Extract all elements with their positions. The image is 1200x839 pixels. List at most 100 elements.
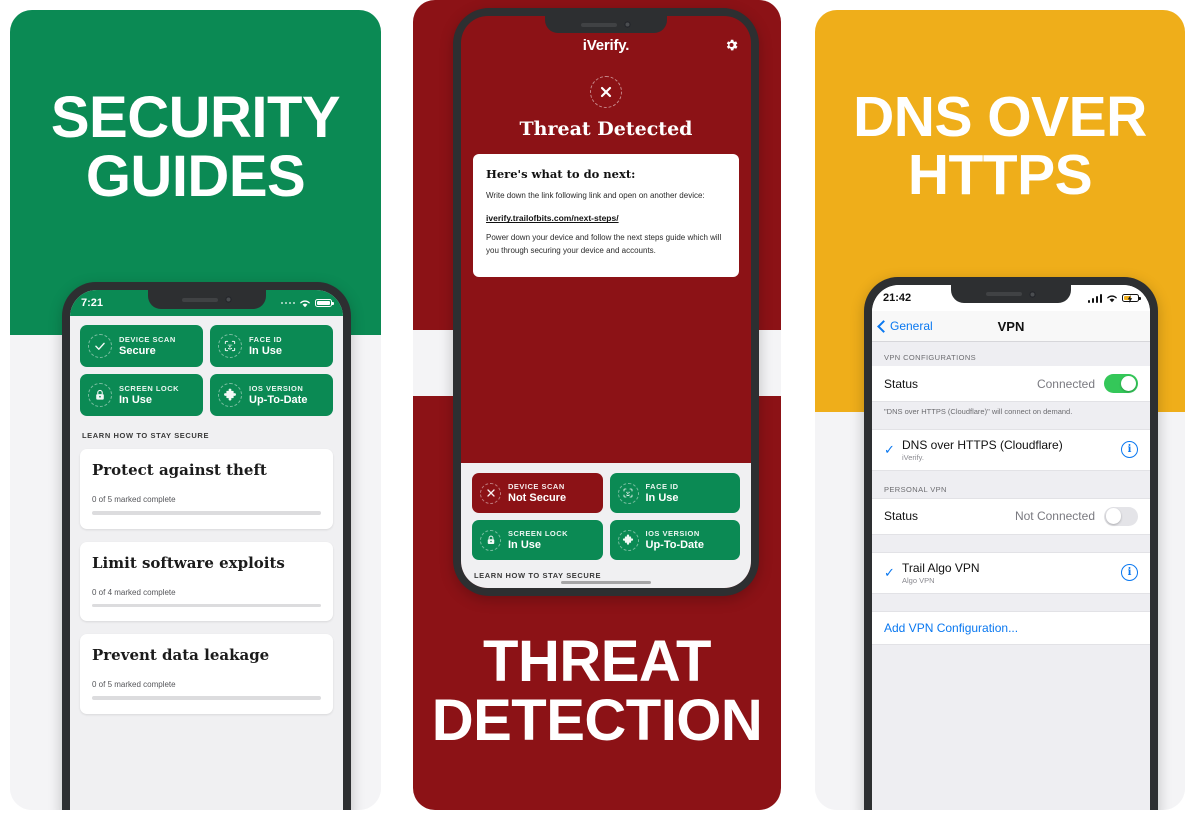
back-button-general[interactable]: General	[877, 319, 933, 333]
hero-line-1: DNS OVER	[853, 85, 1147, 149]
guide-progress-bar	[92, 696, 321, 700]
section-label-learn: LEARN HOW TO STAY SECURE	[82, 431, 210, 440]
phone-mockup-2: iVerify. Threat Detected Here's what to …	[453, 8, 759, 596]
phone-notch	[545, 16, 667, 33]
group-footer-on-demand: "DNS over HTTPS (Cloudflare)" will conne…	[884, 407, 1073, 416]
tile-value: Secure	[119, 345, 156, 357]
tile-label: IOS VERSION	[645, 529, 700, 538]
panel2-app-content: iVerify. Threat Detected Here's what to …	[461, 16, 751, 278]
front-camera-icon	[1029, 290, 1036, 298]
status-tile-ios-version[interactable]: IOS VERSION Up-To-Date	[609, 520, 740, 560]
status-tile-device-scan[interactable]: DEVICE SCAN Secure	[80, 325, 203, 367]
screenshot-stage: SECURITY GUIDES 7:21 DEVICE SCAN Secure …	[0, 0, 1200, 839]
face-id-icon	[218, 334, 242, 358]
check-icon	[88, 334, 112, 358]
status-tile-screen-lock[interactable]: SCREEN LOCK In Use	[80, 374, 203, 416]
vpn-status-toggle[interactable]	[1104, 374, 1138, 393]
app-brand-logo: iVerify.	[582, 36, 630, 54]
hero-line-2: DETECTION	[431, 687, 763, 753]
x-circle-icon	[590, 76, 622, 108]
guide-card[interactable]: Limit software exploits 0 of 4 marked com…	[80, 541, 333, 621]
row-status-personal-vpn[interactable]: Status Not Connected	[872, 497, 1150, 535]
row-config-trail-algo-vpn[interactable]: ✓ Trail Algo VPN Algo VPN i	[872, 551, 1150, 594]
add-vpn-configuration-button[interactable]: Add VPN Configuration...	[872, 610, 1150, 645]
guide-card[interactable]: Prevent data leakage 0 of 5 marked comple…	[80, 634, 333, 714]
phone-2-screen: iVerify. Threat Detected Here's what to …	[461, 16, 751, 588]
section-spacer	[872, 593, 1150, 611]
status-label: Status	[884, 376, 919, 391]
tile-value: In Use	[645, 492, 679, 504]
phone-mockup-1: 7:21 DEVICE SCAN Secure FACE ID In Use S…	[62, 282, 351, 810]
section-spacer	[872, 534, 1150, 552]
gear-icon[interactable]	[724, 38, 739, 53]
puzzle-icon	[218, 383, 242, 407]
front-camera-icon	[224, 296, 232, 303]
info-icon[interactable]: i	[1121, 441, 1138, 458]
status-tile-face-id[interactable]: FACE ID In Use	[609, 473, 740, 513]
earpiece-speaker-icon	[581, 22, 617, 27]
status-bar-indicators	[1087, 293, 1141, 304]
panel-threat-detection: THREAT DETECTION iVerify. Threat Detecte…	[413, 0, 781, 810]
panel2-hero-text: THREAT DETECTION	[413, 632, 781, 750]
status-label: Status	[884, 509, 919, 523]
info-icon[interactable]: i	[1121, 564, 1138, 581]
earpiece-speaker-icon	[181, 297, 218, 302]
lock-icon	[88, 383, 112, 407]
settings-body: VPN CONFIGURATIONS Status Connected "DNS…	[872, 342, 1150, 810]
row-config-dns-over-https[interactable]: ✓ DNS over HTTPS (Cloudflare) iVerify. i	[872, 428, 1150, 471]
card-heading: Here's what to do next:	[486, 167, 636, 181]
panel-dns-over-https: DNS OVER HTTPS 21:42 General VPN VPN CON…	[815, 10, 1185, 810]
guide-progress-text: 0 of 4 marked complete	[92, 587, 176, 597]
device-status-tile-grid: DEVICE SCAN Not Secure FACE ID In Use SCREEN…	[472, 473, 740, 560]
back-button-label: General	[890, 319, 933, 333]
wifi-icon	[1107, 295, 1117, 302]
settings-empty-space	[872, 644, 1150, 795]
phone-3-screen: 21:42 General VPN VPN CONFIGURATIONS Sta…	[872, 285, 1150, 810]
guide-card[interactable]: Protect against theft 0 of 5 marked compl…	[80, 449, 333, 529]
threat-badge-wrap	[461, 76, 751, 108]
hero-line-2: HTTPS	[907, 143, 1093, 208]
tile-value: Up-To-Date	[645, 539, 704, 551]
personal-vpn-status-toggle[interactable]	[1104, 506, 1138, 526]
guide-progress-text: 0 of 5 marked complete	[92, 680, 176, 689]
config-subtitle: iVerify.	[902, 452, 924, 462]
front-camera-icon	[624, 21, 631, 28]
tile-label: SCREEN LOCK	[508, 529, 569, 538]
guide-title: Limit software exploits	[92, 553, 285, 572]
panel1-hero-text: SECURITY GUIDES	[10, 88, 381, 206]
lock-icon	[480, 529, 501, 551]
phone-mockup-3: 21:42 General VPN VPN CONFIGURATIONS Sta…	[864, 277, 1158, 810]
next-steps-link[interactable]: iverify.trailofbits.com/next-steps/	[486, 213, 726, 223]
next-steps-card-wrap: Here's what to do next: Write down the l…	[461, 154, 751, 278]
ios-settings-app: General VPN VPN CONFIGURATIONS Status Co…	[872, 311, 1150, 810]
panel2-tiles-area: DEVICE SCAN Not Secure FACE ID In Use SCREEN…	[461, 463, 751, 588]
section-label-learn: LEARN HOW TO STAY SECURE	[474, 571, 602, 580]
ios-nav-bar: General VPN	[872, 311, 1150, 342]
status-tile-ios-version[interactable]: IOS VERSION Up-To-Date	[210, 374, 333, 416]
next-steps-card: Here's what to do next: Write down the l…	[473, 154, 739, 278]
guide-progress-bar	[92, 511, 321, 515]
chevron-left-icon	[877, 319, 890, 333]
panel-security-guides: SECURITY GUIDES 7:21 DEVICE SCAN Secure …	[10, 10, 381, 810]
battery-icon	[315, 298, 334, 308]
status-bar-time: 21:42	[883, 292, 912, 304]
hero-line-1: THREAT	[483, 628, 711, 694]
tile-value: In Use	[249, 345, 283, 357]
checkmark-icon: ✓	[884, 441, 895, 457]
cellular-dots-icon	[280, 301, 295, 305]
device-status-tile-grid: DEVICE SCAN Secure FACE ID In Use SCREEN LOC…	[80, 325, 333, 416]
phone-notch	[147, 290, 266, 309]
tile-label: FACE ID	[645, 482, 679, 491]
puzzle-icon	[617, 529, 639, 551]
tile-label: DEVICE SCAN	[119, 335, 176, 344]
row-status-vpn-config[interactable]: Status Connected	[872, 366, 1150, 402]
status-tile-screen-lock[interactable]: SCREEN LOCK In Use	[472, 520, 603, 560]
app-header: iVerify.	[461, 30, 751, 60]
guides-list: Protect against theft 0 of 5 marked compl…	[80, 449, 333, 714]
status-tile-face-id[interactable]: FACE ID In Use	[210, 325, 333, 367]
x-icon	[480, 482, 501, 504]
cellular-bars-icon	[1087, 293, 1102, 303]
tile-value: Up-To-Date	[249, 394, 308, 406]
hero-line-2: GUIDES	[85, 144, 306, 210]
status-tile-device-scan[interactable]: DEVICE SCAN Not Secure	[472, 473, 603, 513]
